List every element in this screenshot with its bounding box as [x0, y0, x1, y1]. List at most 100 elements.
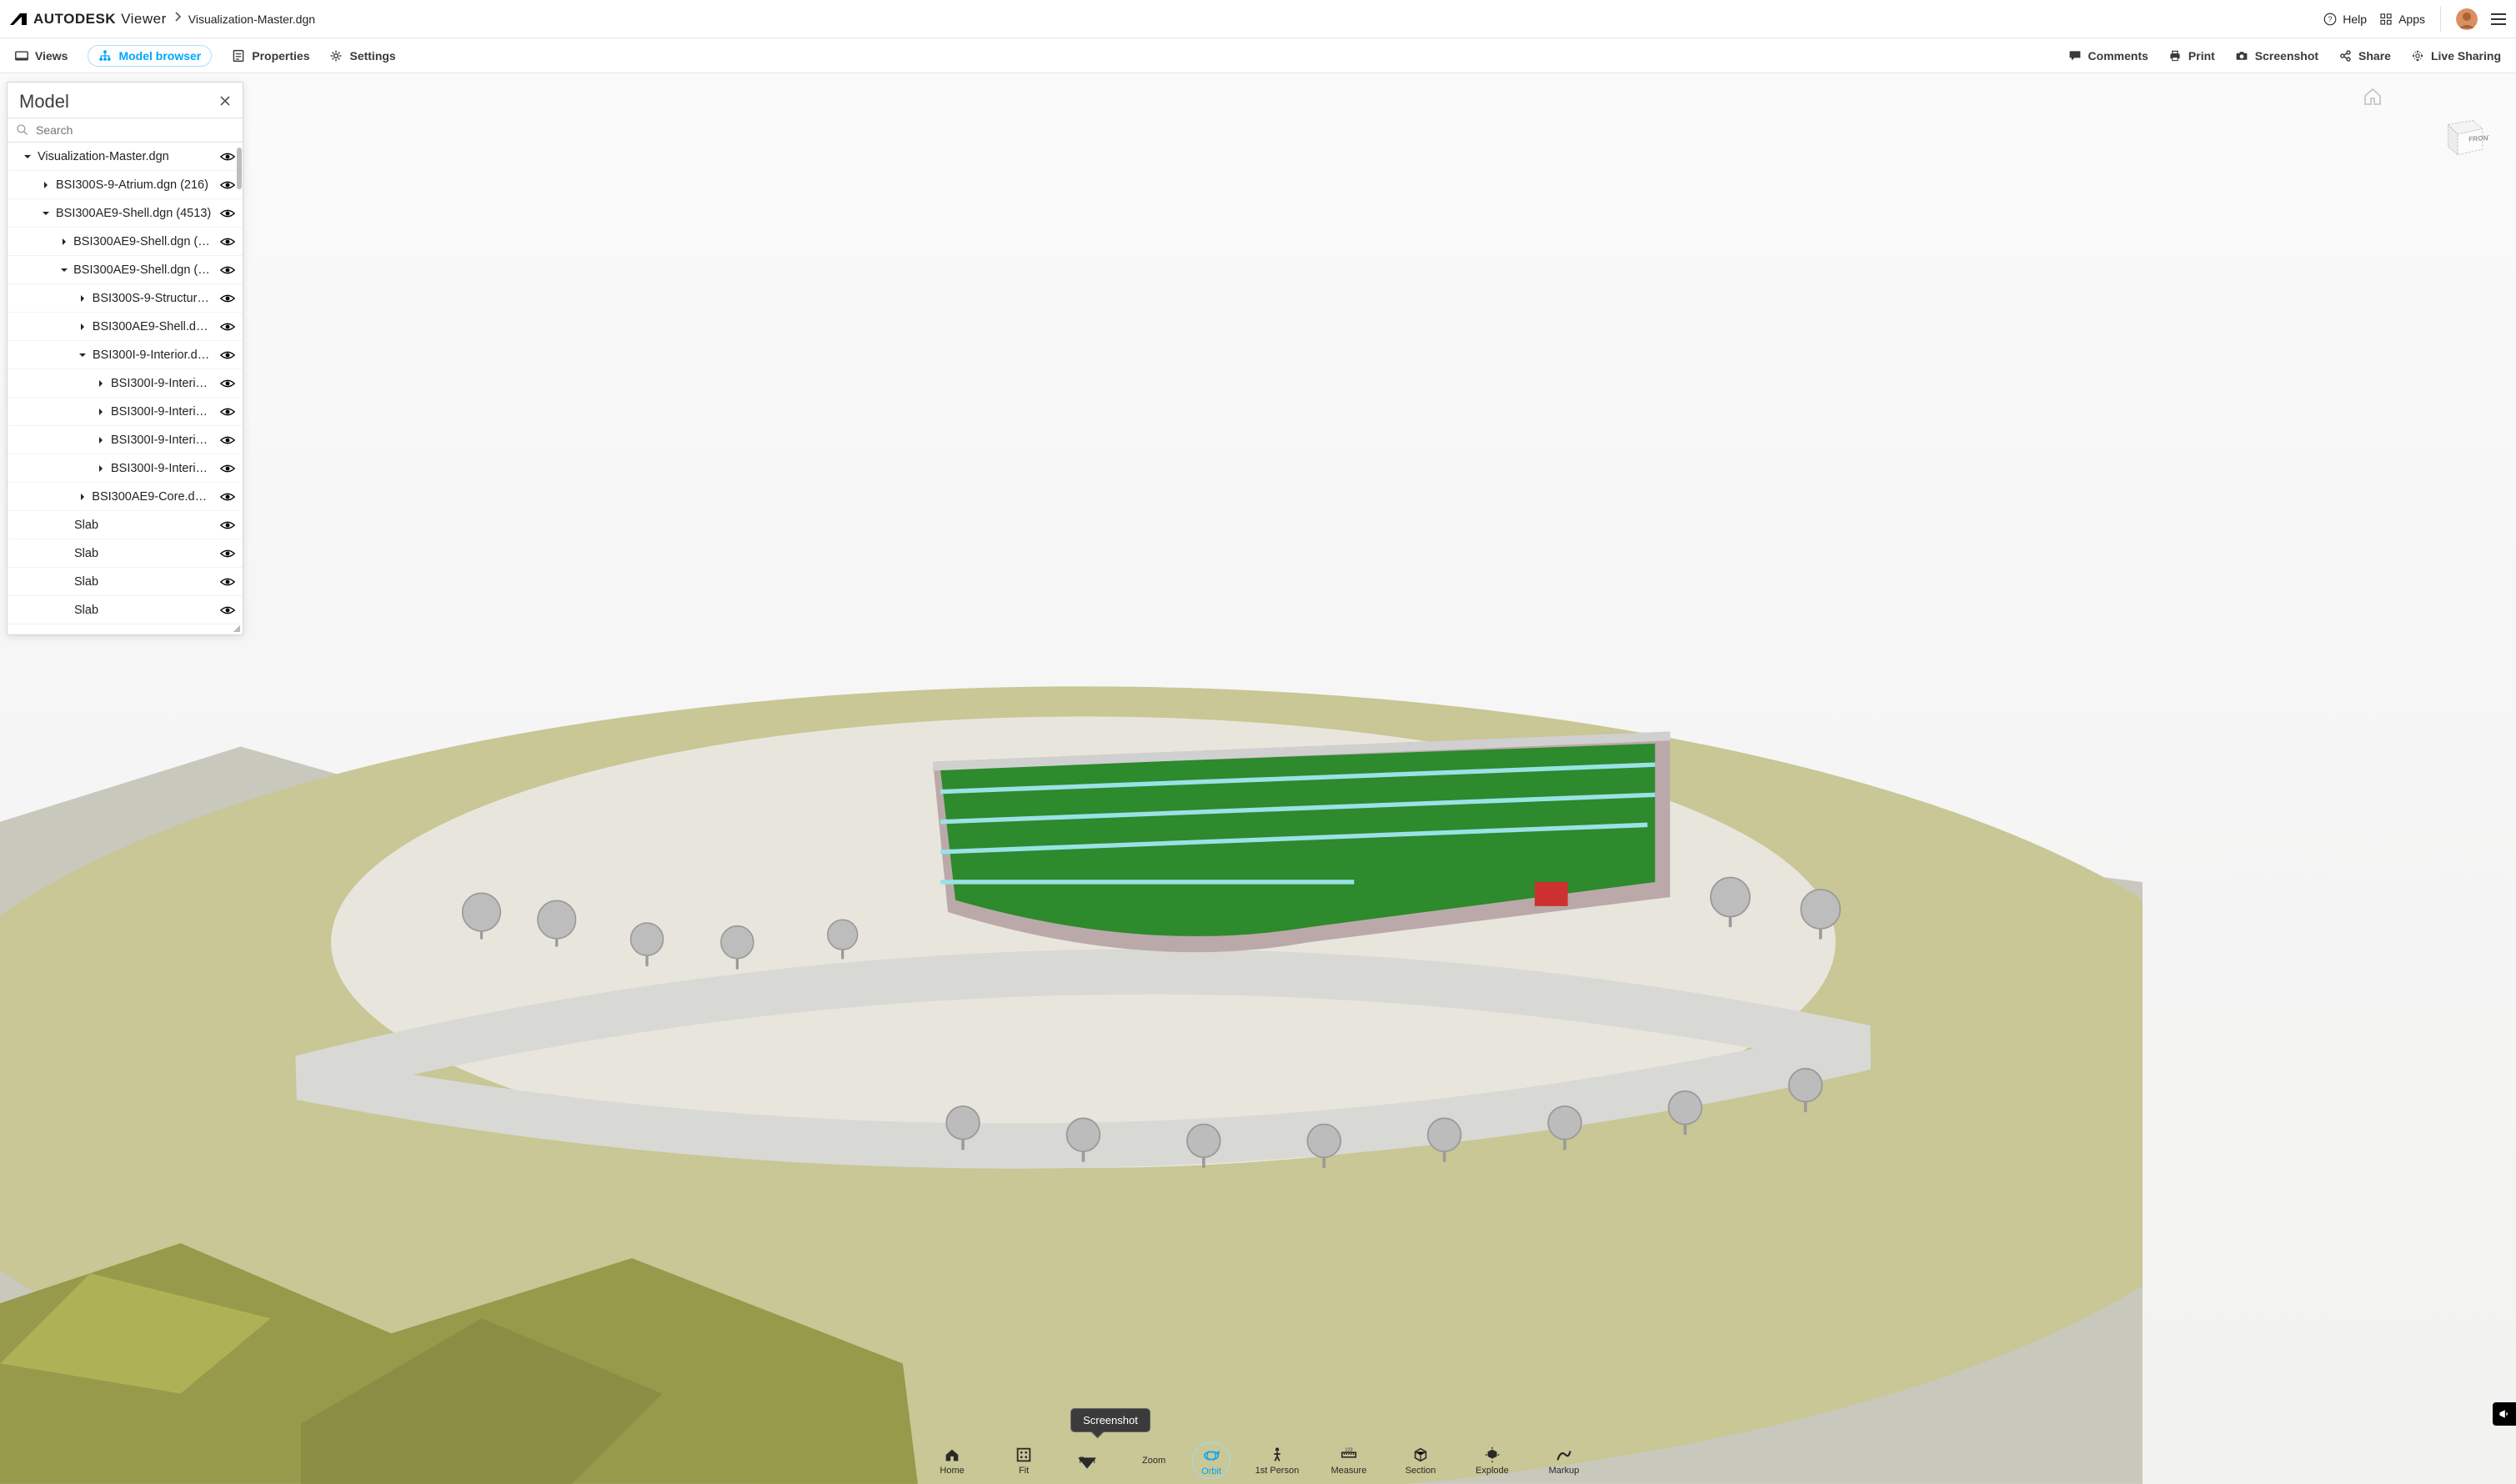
visibility-toggle[interactable]	[219, 489, 236, 504]
visibility-toggle[interactable]	[219, 603, 236, 618]
feedback-button[interactable]	[2493, 1402, 2516, 1426]
visibility-toggle[interactable]	[219, 546, 236, 561]
panel-header[interactable]: Model	[8, 83, 243, 118]
tool-section[interactable]: Section	[1396, 1446, 1446, 1476]
tree-caret-right-icon[interactable]	[96, 436, 106, 444]
tool-orbit[interactable]: Orbit	[1192, 1442, 1230, 1479]
tree-row[interactable]: BSI300I-9-Interi…	[8, 398, 243, 426]
visibility-toggle[interactable]	[219, 433, 236, 448]
visibility-toggle[interactable]	[219, 291, 236, 306]
tree-row[interactable]: Visualization-Master.dgn	[8, 143, 243, 171]
tree-item-label: Visualization-Master.dgn	[38, 150, 169, 163]
viewport-3d[interactable]	[0, 73, 2516, 1484]
print-button[interactable]: Print	[2168, 49, 2215, 63]
visibility-toggle[interactable]	[219, 518, 236, 533]
visibility-toggle[interactable]	[219, 263, 236, 278]
tree-caret-right-icon[interactable]	[78, 323, 88, 331]
tree-row[interactable]: BSI300I-9-Interi…	[8, 369, 243, 398]
visibility-toggle[interactable]	[219, 404, 236, 419]
view-cube[interactable]: FRONT	[2434, 107, 2489, 162]
visibility-toggle[interactable]	[219, 348, 236, 363]
panel-resize-handle[interactable]	[233, 624, 241, 633]
tree-caret-down-icon[interactable]	[78, 351, 88, 359]
tree-caret-down-icon[interactable]	[41, 209, 51, 218]
autodesk-logo[interactable]: AUTODESK Viewer	[8, 11, 167, 28]
tree-item-label: BSI300I-9-Interi…	[111, 377, 208, 390]
tree-icon	[98, 49, 112, 63]
tree-row[interactable]: BSI300I-9-Interi…	[8, 426, 243, 454]
user-avatar[interactable]	[2456, 8, 2478, 30]
home-view-button[interactable]	[2363, 87, 2383, 111]
autodesk-mark-icon	[8, 12, 28, 27]
tool-measure[interactable]: 123 Measure	[1324, 1446, 1374, 1476]
search-icon	[16, 123, 29, 137]
tree-row[interactable]: Slab	[8, 596, 243, 624]
tool-home[interactable]: Home	[927, 1446, 977, 1476]
tree-caret-right-icon[interactable]	[78, 493, 87, 501]
tool-markup[interactable]: Markup	[1539, 1446, 1589, 1476]
visibility-toggle[interactable]	[219, 319, 236, 334]
tree-row[interactable]: BSI300AE9-Shell.dgn (22…	[8, 256, 243, 284]
tree-item-label: Slab	[74, 519, 98, 532]
visibility-toggle[interactable]	[219, 574, 236, 589]
tree-row[interactable]: BSI300I-9-Interi…	[8, 454, 243, 483]
tree-caret-right-icon[interactable]	[78, 294, 88, 303]
tree-caret-down-icon[interactable]	[59, 266, 68, 274]
hamburger-menu[interactable]	[2489, 10, 2508, 28]
tool-markup-label: Markup	[1549, 1466, 1580, 1476]
bottom-toolbar: Home Fit Screenshot Pan Zoom Orbit 1st P…	[0, 1437, 2516, 1484]
print-icon	[2168, 49, 2182, 63]
tree-row[interactable]: BSI300S-9-Structura…	[8, 284, 243, 313]
model-tree[interactable]: Visualization-Master.dgn BSI300S-9-Atrium…	[8, 143, 243, 634]
share-button[interactable]: Share	[2338, 49, 2391, 63]
visibility-toggle[interactable]	[219, 206, 236, 221]
tree-row[interactable]: BSI300AE9-Shell.dgn (22…	[8, 228, 243, 256]
visibility-toggle[interactable]	[219, 376, 236, 391]
apps-button[interactable]: Apps	[2378, 12, 2425, 27]
tree-item-label: BSI300S-9-Atrium.dgn (216)	[56, 178, 208, 192]
tree-caret-right-icon[interactable]	[96, 464, 106, 473]
share-icon	[2338, 49, 2352, 63]
model-browser-button[interactable]: Model browser	[88, 45, 212, 67]
visibility-toggle[interactable]	[219, 178, 236, 193]
visibility-toggle[interactable]	[219, 461, 236, 476]
tree-caret-right-icon[interactable]	[96, 408, 106, 416]
properties-button[interactable]: Properties	[232, 49, 309, 63]
tree-row[interactable]: Slab	[8, 568, 243, 596]
tree-row[interactable]: BSI300I-9-Interior.d…	[8, 341, 243, 369]
tree-row[interactable]: BSI300AE9-Core.dgn…	[8, 483, 243, 511]
tool-pan[interactable]: Pan	[1070, 1456, 1104, 1466]
breadcrumb-file[interactable]: Visualization-Master.dgn	[188, 13, 315, 26]
live-sharing-button[interactable]: Live Sharing	[2411, 49, 2501, 63]
tool-explode[interactable]: Explode	[1467, 1446, 1517, 1476]
svg-text:?: ?	[2328, 15, 2333, 23]
tree-scrollbar[interactable]	[237, 148, 242, 189]
tool-fit[interactable]: Fit	[999, 1446, 1049, 1476]
tree-row[interactable]: Slab	[8, 539, 243, 568]
tool-first-person[interactable]: 1st Person	[1252, 1446, 1302, 1476]
tree-row[interactable]: BSI300AE9-Shell.dg…	[8, 313, 243, 341]
tree-caret-down-icon[interactable]	[23, 153, 33, 161]
tree-row[interactable]: BSI300AE9-Shell.dgn (4513)	[8, 199, 243, 228]
tree-item-label: Slab	[74, 604, 98, 617]
home-tool-icon	[943, 1446, 961, 1464]
screenshot-button[interactable]: Screenshot	[2235, 49, 2318, 63]
tree-row[interactable]: Slab	[8, 511, 243, 539]
visibility-toggle[interactable]	[219, 149, 236, 164]
tool-zoom[interactable]: Zoom	[1137, 1456, 1170, 1466]
help-button[interactable]: ? Help	[2323, 12, 2367, 27]
panel-close-button[interactable]	[219, 93, 231, 111]
visibility-toggle[interactable]	[219, 234, 236, 249]
pan-zoom-group: Screenshot Pan Zoom	[1070, 1456, 1170, 1466]
tree-caret-right-icon[interactable]	[41, 181, 51, 189]
settings-button[interactable]: Settings	[329, 49, 395, 63]
tree-row[interactable]: BSI300S-9-Atrium.dgn (216)	[8, 171, 243, 199]
search-input[interactable]	[36, 123, 234, 137]
tree-caret-right-icon[interactable]	[59, 238, 68, 246]
svg-text:FRONT: FRONT	[2468, 134, 2489, 143]
comments-button[interactable]: Comments	[2068, 49, 2148, 63]
secondary-right: Comments Print Screenshot Share Live Sha…	[2068, 49, 2501, 63]
views-button[interactable]: Views	[15, 49, 68, 63]
tree-caret-right-icon[interactable]	[96, 379, 106, 388]
tree-item-label: Slab	[74, 547, 98, 560]
